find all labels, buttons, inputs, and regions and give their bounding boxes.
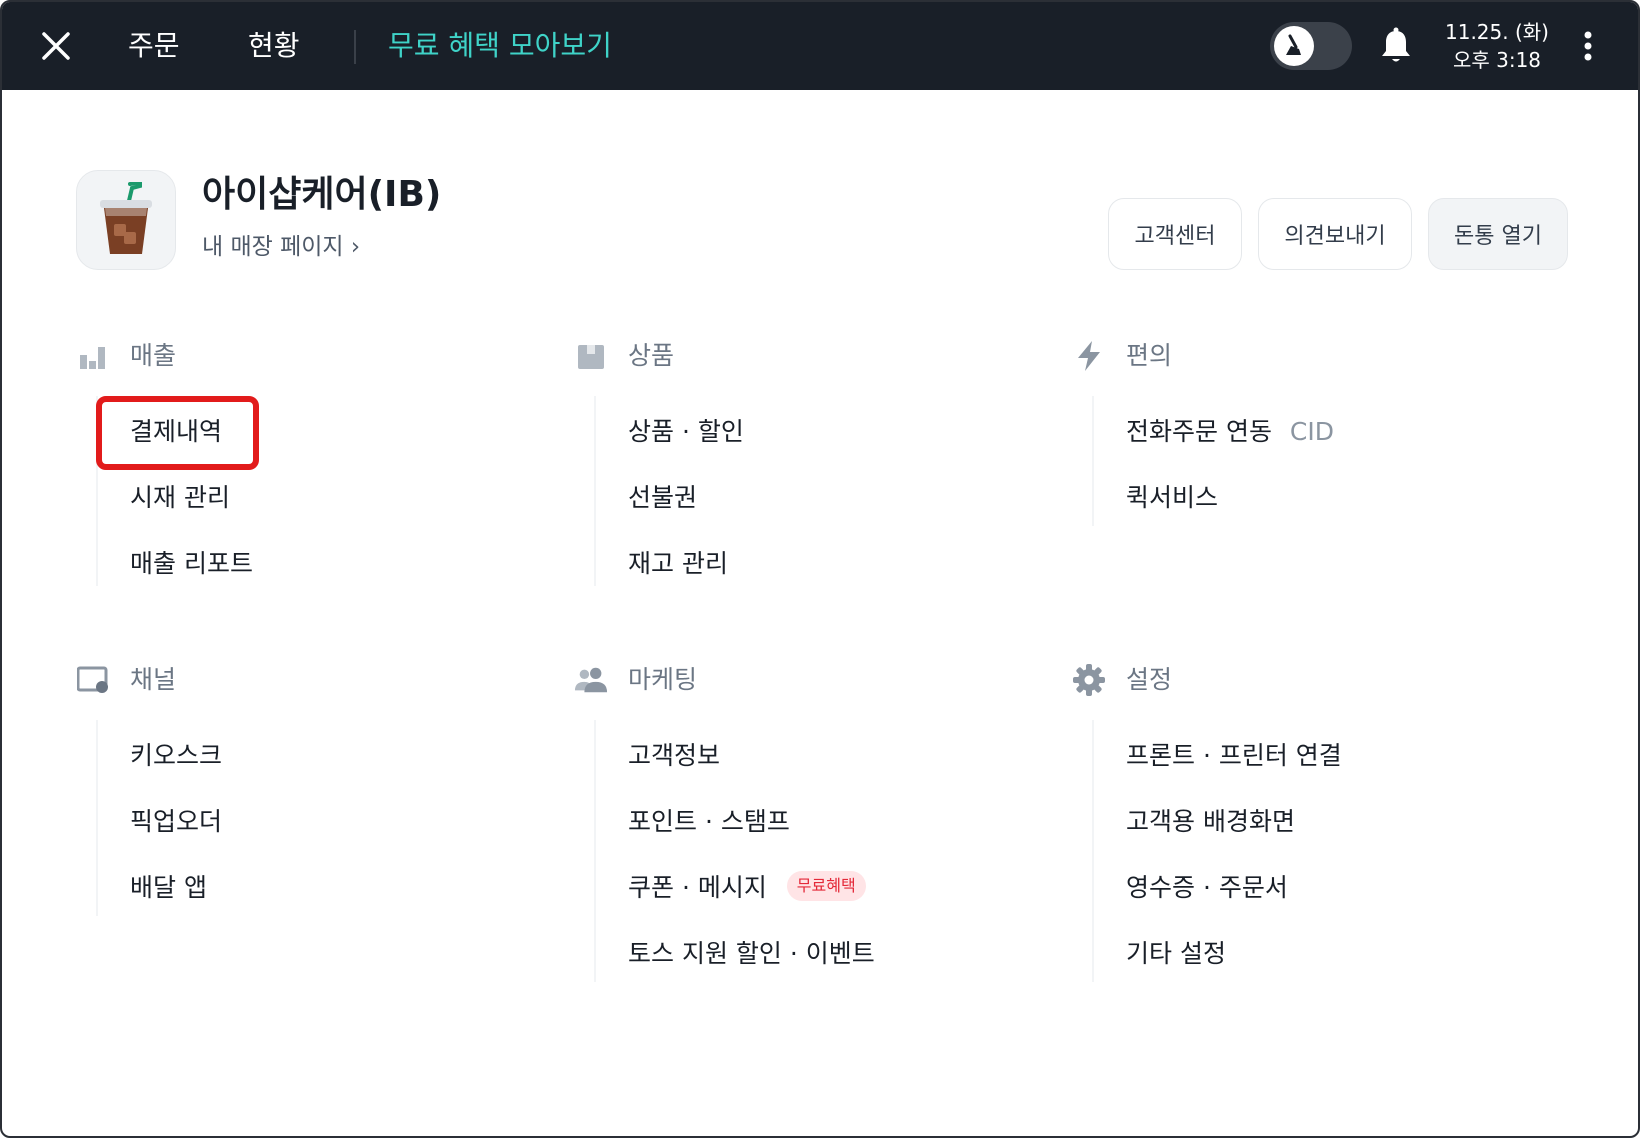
iced-coffee-icon xyxy=(100,182,152,254)
box-icon xyxy=(574,339,608,373)
section-header xyxy=(1072,336,1106,376)
section-header xyxy=(574,660,608,700)
section-title-marketing: 마케팅 xyxy=(628,665,698,694)
section-divider xyxy=(594,720,596,982)
menu-label: 전화주문 연동 xyxy=(1126,417,1272,446)
menu-quick-service[interactable]: 퀵서비스 xyxy=(1126,478,1218,518)
people-icon xyxy=(574,663,608,697)
menu-customer-wallpaper[interactable]: 고객용 배경화면 xyxy=(1126,802,1295,842)
store-logo xyxy=(76,170,176,270)
menu-sales-report[interactable]: 매출 리포트 xyxy=(130,544,253,584)
send-feedback-button[interactable]: 의견보내기 xyxy=(1258,198,1412,270)
monitor-touch-icon xyxy=(76,663,110,697)
menu-front-printer[interactable]: 프론트 · 프린터 연결 xyxy=(1126,736,1342,776)
menu-customer-info[interactable]: 고객정보 xyxy=(628,736,720,776)
section-title-products: 상품 xyxy=(628,341,675,370)
menu-delivery-app[interactable]: 배달 앱 xyxy=(130,868,207,908)
menu-toss-discount-events[interactable]: 토스 지원 할인 · 이벤트 xyxy=(628,934,875,974)
menu-points-stamps[interactable]: 포인트 · 스탬프 xyxy=(628,802,790,842)
section-header xyxy=(574,336,608,376)
cleaning-icon xyxy=(1286,34,1301,55)
section-title-settings: 설정 xyxy=(1126,665,1173,694)
toggle-knob xyxy=(1274,26,1314,66)
bell-icon[interactable] xyxy=(1378,26,1414,66)
section-header xyxy=(76,336,110,376)
lightning-icon xyxy=(1072,339,1106,373)
my-store-page-link[interactable]: 내 매장 페이지 › xyxy=(202,230,360,264)
menu-prepaid-vouchers[interactable]: 선불권 xyxy=(628,478,697,518)
menu-receipt-order-sheet[interactable]: 영수증 · 주문서 xyxy=(1126,868,1288,908)
bar-chart-icon xyxy=(76,339,110,373)
section-divider xyxy=(1092,396,1094,526)
open-cash-drawer-button[interactable]: 돈통 열기 xyxy=(1428,198,1568,270)
more-vertical-icon[interactable] xyxy=(1578,26,1598,66)
customer-center-button[interactable]: 고객센터 xyxy=(1108,198,1242,270)
tab-orders[interactable]: 주문 xyxy=(128,26,180,66)
time-label: 오후 3:18 xyxy=(1452,48,1542,72)
menu-kiosk[interactable]: 키오스크 xyxy=(130,736,222,776)
section-title-channel: 채널 xyxy=(130,665,177,694)
gear-icon xyxy=(1072,663,1106,697)
section-divider xyxy=(594,396,596,586)
store-name: 아이샵케어(IB) xyxy=(202,174,442,215)
clock: 11.25. (화) 오후 3:18 xyxy=(1442,18,1552,74)
tab-status[interactable]: 현황 xyxy=(248,26,300,66)
section-header xyxy=(76,660,110,700)
section-title-sales: 매출 xyxy=(130,341,177,370)
app-window: 주문 현황 무료 혜택 모아보기 11.25. (화) 오후 3:18 아이샵케… xyxy=(0,0,1640,1138)
menu-cash-management[interactable]: 시재 관리 xyxy=(130,478,230,518)
menu-inventory[interactable]: 재고 관리 xyxy=(628,544,728,584)
free-benefit-badge: 무료혜택 xyxy=(786,871,866,901)
mode-toggle[interactable] xyxy=(1270,22,1352,70)
close-icon[interactable] xyxy=(38,28,74,64)
nav-divider xyxy=(354,30,356,64)
section-divider xyxy=(96,396,98,586)
menu-phone-order-link[interactable]: 전화주문 연동 CID xyxy=(1126,412,1334,452)
menu-payment-history[interactable]: 결제내역 xyxy=(130,412,222,452)
menu-products-discounts[interactable]: 상품 · 할인 xyxy=(628,412,744,452)
section-divider xyxy=(96,720,98,916)
cid-label: CID xyxy=(1289,417,1334,446)
menu-coupons-messages[interactable]: 쿠폰 · 메시지 무료혜택 xyxy=(628,868,866,908)
section-header xyxy=(1072,660,1106,700)
date-label: 11.25. (화) xyxy=(1445,20,1549,44)
section-divider xyxy=(1092,720,1094,982)
section-title-convenience: 편의 xyxy=(1126,341,1173,370)
menu-pickup-order[interactable]: 픽업오더 xyxy=(130,802,222,842)
top-bar: 주문 현황 무료 혜택 모아보기 11.25. (화) 오후 3:18 xyxy=(2,2,1638,90)
tab-free-benefits[interactable]: 무료 혜택 모아보기 xyxy=(388,26,612,66)
menu-other-settings[interactable]: 기타 설정 xyxy=(1126,934,1226,974)
menu-label: 쿠폰 · 메시지 xyxy=(628,873,767,902)
